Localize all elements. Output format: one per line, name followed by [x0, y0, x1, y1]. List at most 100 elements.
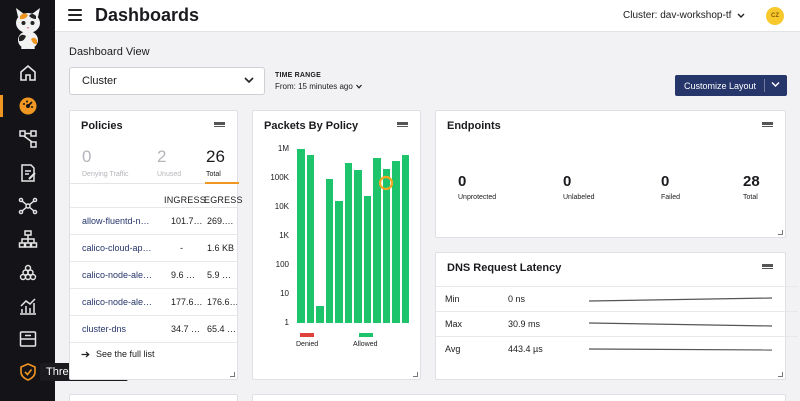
card-menu-icon[interactable]: [762, 264, 773, 269]
sidebar-item-network[interactable]: [0, 189, 55, 223]
table-row[interactable]: cluster-dns 34.7 … 65.4 …: [70, 315, 238, 342]
bar-allowed[interactable]: [297, 149, 305, 323]
cluster-label: Cluster: dav-workshop-tf: [623, 10, 732, 21]
see-full-list-label: See the full list: [96, 349, 155, 359]
chart-icon: [19, 298, 36, 315]
y-tick-label: 10: [280, 289, 289, 298]
bar-allowed[interactable]: [363, 195, 371, 323]
column-header-egress[interactable]: EGRESS: [204, 195, 243, 205]
top-header: Dashboards Cluster: dav-workshop-tf CZ: [55, 0, 800, 32]
policy-name[interactable]: calico-node-ale…: [82, 270, 158, 280]
column-header-ingress[interactable]: INGRESS: [164, 195, 206, 205]
table-row[interactable]: allow-fluentd-n… 101.7… 269.…: [70, 207, 238, 234]
bar-allowed[interactable]: [354, 169, 362, 323]
chevron-down-icon: [737, 13, 745, 18]
table-row[interactable]: calico-node-ale… 177.6… 176.6…: [70, 288, 238, 315]
topology-icon: [18, 230, 37, 248]
inbox-icon: [19, 331, 36, 347]
calico-cat-logo[interactable]: [12, 7, 44, 49]
button-divider: [764, 79, 765, 92]
policy-name[interactable]: calico-cloud-ap…: [82, 243, 158, 253]
bar-allowed[interactable]: [316, 305, 324, 323]
stat-denying[interactable]: 0 Denying Traffic: [82, 148, 129, 178]
sidebar-item-dashboards[interactable]: [0, 89, 55, 123]
page-title: Dashboards: [95, 5, 200, 25]
dns-row-max: Max 30.9 ms: [436, 311, 798, 336]
dns-min-sparkline: [588, 297, 773, 302]
card-menu-icon[interactable]: [397, 122, 408, 127]
sidebar-item-topology[interactable]: [0, 222, 55, 256]
cluster-selector[interactable]: Cluster: dav-workshop-tf: [623, 10, 745, 21]
card-menu-icon[interactable]: [762, 122, 773, 127]
legend-label-denied: Denied: [296, 341, 319, 348]
endpoint-stat-failed[interactable]: 0 Failed: [661, 174, 680, 201]
endpoint-stat-total[interactable]: 28 Total: [743, 174, 760, 201]
time-range-value: From: 15 minutes ago: [275, 82, 353, 91]
shield-icon: [19, 363, 36, 381]
time-range[interactable]: TIME RANGE From: 15 minutes ago: [275, 72, 362, 91]
bar-allowed[interactable]: [325, 178, 333, 323]
chevron-down-icon: [244, 77, 254, 84]
stat-value: 2: [157, 147, 167, 166]
ingress-value: 101.7…: [171, 216, 203, 226]
chevron-down-icon[interactable]: [771, 81, 780, 88]
policy-name[interactable]: calico-node-ale…: [82, 297, 158, 307]
y-tick-label: 10K: [274, 202, 289, 211]
dashboard-icon: [19, 97, 36, 115]
legend-label-allowed: Allowed: [353, 341, 378, 348]
legend-swatch-denied: [300, 333, 314, 337]
bar-allowed[interactable]: [306, 155, 314, 323]
dashboard-view-select[interactable]: Cluster: [69, 67, 265, 95]
policy-name[interactable]: allow-fluentd-n…: [82, 216, 158, 226]
y-tick-label: 1K: [279, 231, 289, 240]
network-icon: [18, 197, 37, 215]
egress-value: 5.9 …: [207, 270, 232, 280]
sidebar-item-reports[interactable]: [0, 289, 55, 323]
table-row[interactable]: calico-node-ale… 9.6 … 5.9 …: [70, 261, 238, 288]
ingress-value: 34.7 …: [171, 324, 201, 334]
stat-value: 0: [82, 147, 92, 166]
policy-name[interactable]: cluster-dns: [82, 324, 158, 334]
dashboard-view-value: Cluster: [82, 75, 117, 87]
endpoint-stat-unprotected[interactable]: 0 Unprotected: [458, 174, 496, 201]
policies-card: Policies 0 Denying Traffic 2 Unused 26 T…: [69, 110, 243, 380]
stat-total[interactable]: 26 Total: [206, 148, 225, 178]
bar-allowed[interactable]: [401, 155, 409, 323]
stat-label: Failed: [661, 194, 681, 201]
sidebar: Threat Defense: [0, 0, 128, 401]
kibana-icon: [19, 264, 36, 281]
resize-handle[interactable]: [413, 372, 418, 377]
bar-allowed[interactable]: [344, 163, 352, 323]
highlight-marker: [379, 176, 394, 191]
see-full-list-link[interactable]: See the full list: [81, 349, 155, 359]
sidebar-item-policies[interactable]: [0, 156, 55, 190]
bar-allowed[interactable]: [382, 169, 390, 323]
endpoints-title: Endpoints: [447, 120, 501, 132]
stat-label: Denying Traffic: [82, 171, 129, 178]
dns-row-label: Max: [445, 319, 463, 329]
customize-layout-button[interactable]: Customize Layout: [675, 75, 787, 96]
bar-allowed[interactable]: [335, 201, 343, 323]
table-row[interactable]: calico-cloud-ap… - 1.6 KB: [70, 234, 238, 261]
card-menu-icon[interactable]: [214, 122, 225, 127]
y-tick-label: 1: [284, 318, 289, 327]
stat-label: Unlabeled: [563, 194, 595, 201]
stat-value: 0: [661, 173, 670, 190]
sidebar-item-kibana[interactable]: [0, 256, 55, 290]
endpoint-stat-unlabeled[interactable]: 0 Unlabeled: [563, 174, 595, 201]
sidebar-item-inbox[interactable]: [0, 322, 55, 356]
stat-unused[interactable]: 2 Unused: [157, 148, 181, 178]
resize-handle[interactable]: [230, 372, 235, 377]
sidebar-item-service-graph[interactable]: [0, 122, 55, 156]
dns-row-avg: Avg 443.4 µs: [436, 336, 798, 361]
avatar[interactable]: CZ: [766, 7, 784, 25]
sidebar-item-home[interactable]: [0, 56, 55, 90]
arrow-right-icon: [81, 351, 90, 357]
resize-handle[interactable]: [778, 230, 783, 235]
menu-icon[interactable]: [68, 9, 82, 21]
y-tick-label: 100: [275, 260, 289, 269]
resize-handle[interactable]: [778, 372, 783, 377]
stat-label: Total: [743, 194, 758, 201]
egress-value: 65.4 …: [207, 324, 237, 334]
service-graph-icon: [18, 130, 37, 148]
